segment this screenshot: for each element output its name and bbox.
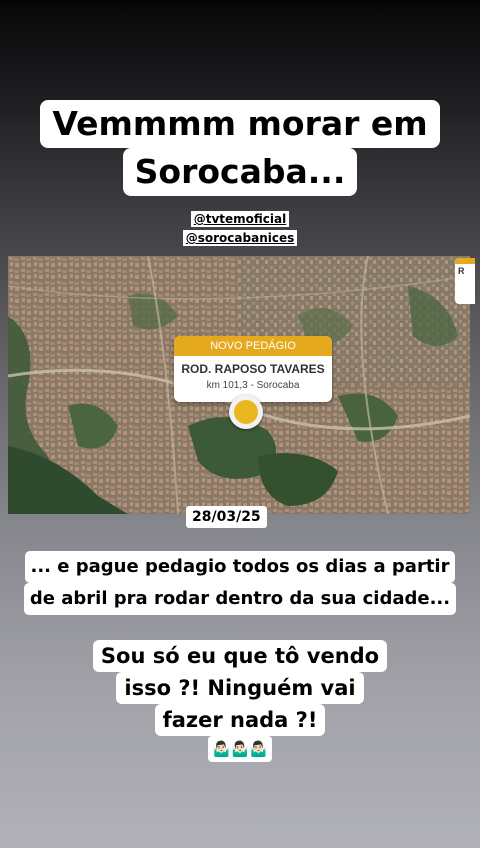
date-label: 28/03/25: [186, 506, 267, 528]
caption-line-1: ... e pague pedagio todos os dias a part…: [24, 551, 456, 583]
headline: Vemmmm morar em Sorocaba...: [0, 100, 480, 196]
headline-line-2: Sorocaba...: [122, 148, 358, 196]
marker-dot: [234, 400, 258, 424]
question: Sou só eu que tô vendo isso ?! Ninguém v…: [0, 640, 480, 762]
story-frame[interactable]: Vemmmm morar em Sorocaba... @tvtemoficia…: [0, 0, 480, 848]
question-line-1: Sou só eu que tô vendo: [92, 640, 388, 672]
mention-handles: @tvtemoficial @sorocabanices: [0, 208, 480, 246]
toll-marker-icon: [229, 395, 263, 429]
mention-sorocabanices[interactable]: @sorocabanices: [182, 230, 298, 246]
caption-line-2: de abril pra rodar dentro da sua cidade.…: [23, 583, 457, 615]
headline-line-1: Vemmmm morar em: [40, 100, 440, 148]
toll-info-card: NOVO PEDÁGIO ROD. RAPOSO TAVARES km 101,…: [174, 336, 332, 402]
map-edge-card: R: [455, 258, 475, 304]
question-line-2: isso ?! Ninguém vai: [116, 672, 364, 704]
shrug-emoji-icons: 🤷🏻‍♂️🤷🏻‍♂️🤷🏻‍♂️: [207, 736, 273, 762]
question-line-3: fazer nada ?!: [154, 704, 326, 736]
toll-header: NOVO PEDÁGIO: [174, 336, 332, 356]
caption: ... e pague pedagio todos os dias a part…: [0, 551, 480, 615]
toll-road-name: ROD. RAPOSO TAVARES: [181, 362, 325, 376]
mention-tvtemoficial[interactable]: @tvtemoficial: [190, 211, 290, 227]
toll-location: km 101,3 - Sorocaba: [206, 380, 300, 391]
edge-card-text: R: [458, 266, 465, 276]
